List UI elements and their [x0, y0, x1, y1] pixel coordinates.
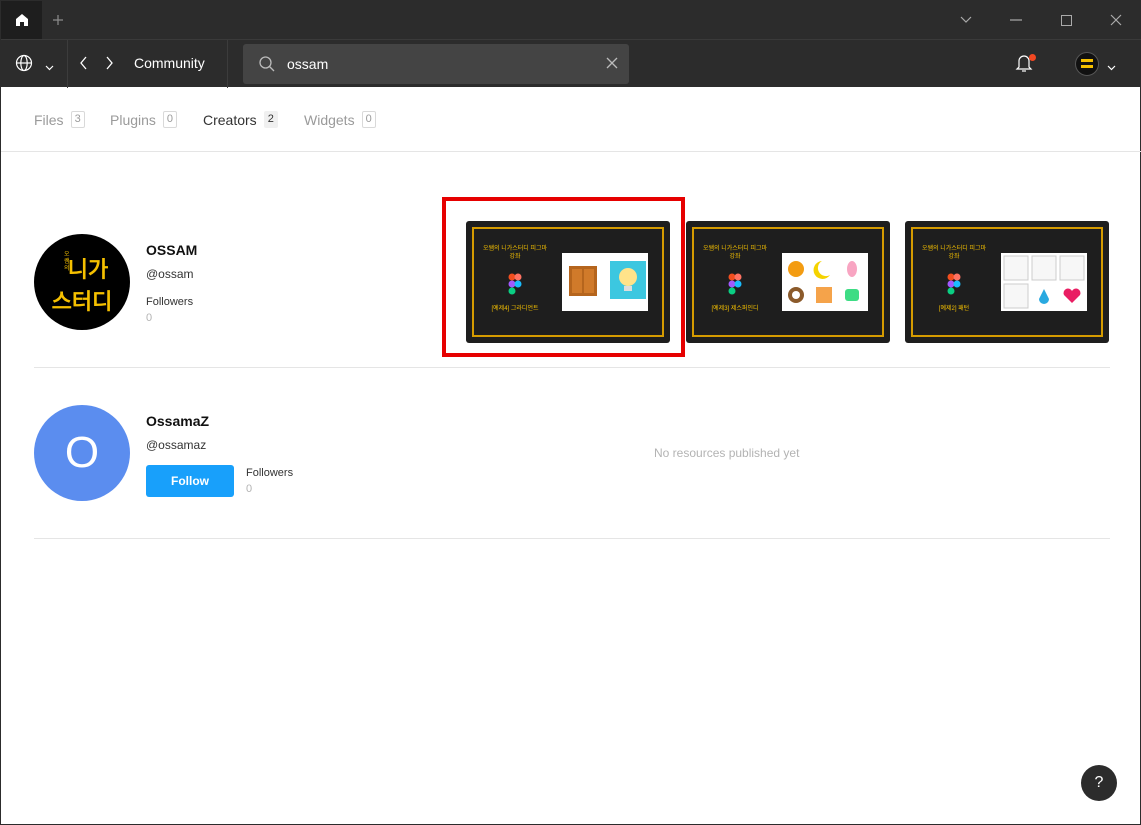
- resource-thumbnail[interactable]: 오쌤의 니가스터디 피그마 강좌 [예제3] 제스퍼인디: [686, 221, 890, 343]
- search-input[interactable]: ossam: [243, 44, 629, 84]
- creator-name[interactable]: OssamaZ: [146, 413, 209, 429]
- user-avatar[interactable]: [1075, 52, 1099, 76]
- language-caret[interactable]: [45, 58, 54, 76]
- shapes-grid-icon: [788, 261, 859, 303]
- tab-label: Widgets: [304, 111, 355, 128]
- avatar-logo-icon: [1081, 59, 1093, 68]
- tab-count: 2: [263, 111, 278, 128]
- search-value[interactable]: ossam: [287, 56, 328, 72]
- tab-label: Creators: [203, 111, 257, 128]
- followers-count: 0: [246, 483, 253, 495]
- chevron-down-icon: [960, 16, 972, 23]
- tab-count: 0: [162, 111, 178, 128]
- new-tab-button[interactable]: [47, 9, 69, 31]
- creator-handle: @ossam: [146, 267, 194, 281]
- thumbnail-preview: [1001, 253, 1087, 311]
- clear-search-button[interactable]: [605, 56, 619, 75]
- chevron-left-icon: [80, 56, 87, 70]
- avatar-text-line-1: 니가: [67, 257, 109, 282]
- followers-label: Followers: [146, 296, 194, 308]
- figma-logo-icon: [947, 273, 961, 295]
- forward-button[interactable]: [104, 56, 114, 75]
- globe-icon: [15, 54, 33, 72]
- thumbnail-subtitle: [예제2] 패턴: [938, 306, 970, 312]
- search-icon: [259, 56, 275, 77]
- tabs-menu-button[interactable]: [941, 1, 991, 39]
- toolbar-divider: [227, 40, 228, 88]
- creator-name[interactable]: OSSAM: [146, 242, 197, 258]
- plus-icon: [53, 15, 63, 25]
- resource-thumbnail[interactable]: 오쌤의 니가스터디 피그마 강좌 [예제2] 패턴: [905, 221, 1109, 343]
- creator-avatar[interactable]: O: [34, 405, 130, 501]
- app-window: Community ossam Files 3 Plugins 0 Creato…: [0, 0, 1141, 825]
- follow-button[interactable]: Follow: [146, 465, 234, 497]
- close-icon: [606, 57, 618, 69]
- tab-count: 3: [70, 111, 85, 128]
- tab-count: 0: [361, 111, 376, 128]
- toolbar-divider: [67, 40, 68, 88]
- minimize-icon: [1010, 19, 1022, 21]
- figma-logo-icon: [728, 273, 742, 295]
- pattern-grid-icon: [1003, 255, 1085, 309]
- tab-creators[interactable]: Creators 2: [203, 111, 278, 128]
- help-button[interactable]: ?: [1081, 765, 1117, 801]
- creator-handle: @ossamaz: [146, 438, 207, 452]
- chevron-down-icon: [45, 65, 54, 71]
- back-button[interactable]: [79, 56, 89, 75]
- toolbar: Community ossam: [1, 39, 1141, 88]
- home-tab[interactable]: [1, 1, 42, 39]
- tab-plugins[interactable]: Plugins 0: [110, 111, 178, 128]
- close-window-button[interactable]: [1091, 1, 1141, 39]
- notification-dot: [1029, 54, 1036, 61]
- minimize-button[interactable]: [991, 1, 1041, 39]
- followers-count: 0: [146, 312, 153, 324]
- tab-files[interactable]: Files 3: [34, 111, 85, 128]
- thumbnail-preview: [782, 253, 868, 311]
- creator-row: [34, 368, 1110, 539]
- home-icon: [15, 14, 28, 26]
- empty-resources-note: No resources published yet: [654, 446, 800, 460]
- account-menu-caret[interactable]: [1107, 58, 1116, 76]
- page-title: Community: [134, 55, 205, 71]
- thumbnail-title: 오쌤의 니가스터디 피그마 강좌: [702, 246, 768, 260]
- close-icon: [1110, 14, 1122, 26]
- tab-widgets[interactable]: Widgets 0: [304, 111, 376, 128]
- language-button[interactable]: [15, 54, 37, 74]
- chevron-right-icon: [106, 56, 113, 70]
- avatar-text-line-2: 스터디: [51, 289, 113, 314]
- creator-avatar[interactable]: 오쌤의 니가 스터디: [34, 234, 130, 330]
- highlight-box: [442, 197, 685, 357]
- chevron-down-icon: [1107, 65, 1116, 71]
- maximize-icon: [1060, 14, 1072, 26]
- title-bar: [1, 1, 1141, 39]
- thumbnail-title: 오쌤의 니가스터디 피그마 강좌: [921, 246, 987, 260]
- thumbnail-subtitle: [예제3] 제스퍼인디: [711, 306, 759, 312]
- maximize-button[interactable]: [1041, 1, 1091, 39]
- followers-label: Followers: [246, 467, 294, 479]
- result-tabs: Files 3 Plugins 0 Creators 2 Widgets 0: [1, 87, 1141, 152]
- tab-label: Files: [34, 111, 64, 128]
- tab-label: Plugins: [110, 111, 156, 128]
